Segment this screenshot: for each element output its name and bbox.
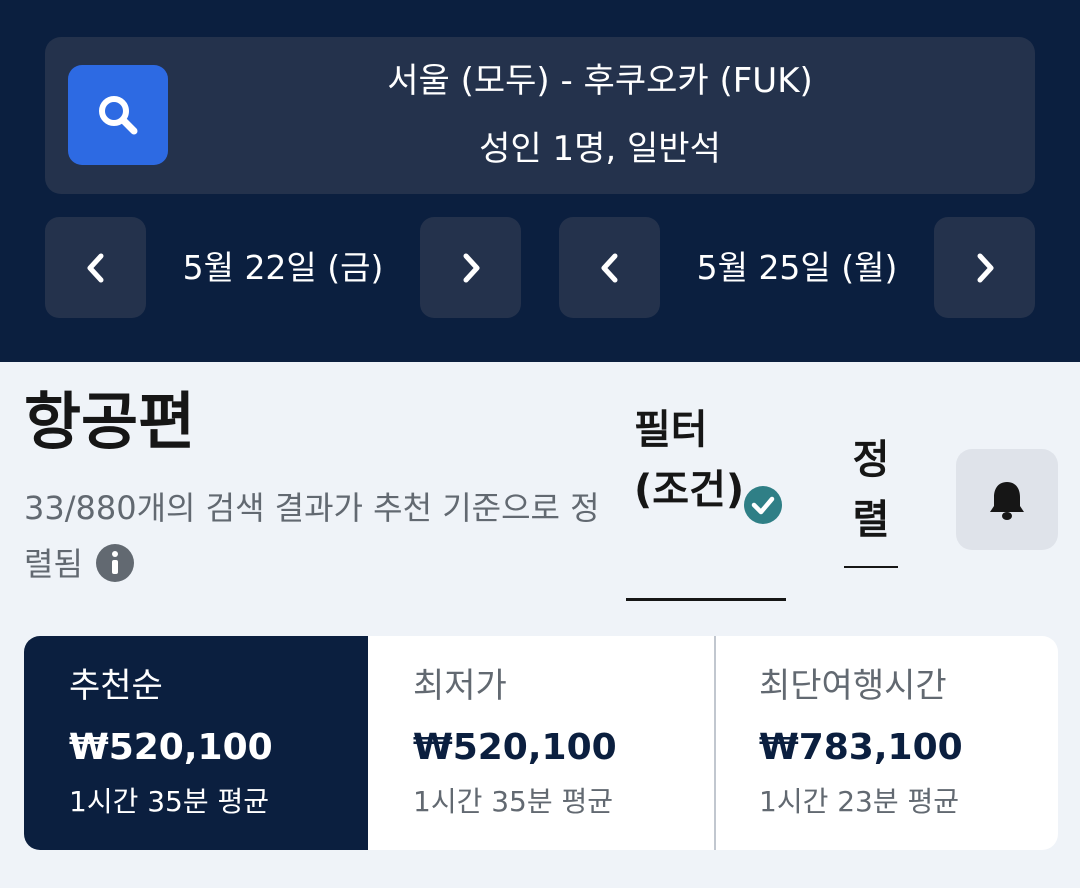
info-icon[interactable]	[95, 543, 135, 583]
sort-option-price: ₩520,100	[413, 727, 617, 768]
search-header: 서울 (모두) - 후쿠오카 (FUK) 성인 1명, 일반석 5월 22일 (…	[0, 0, 1080, 362]
price-alert-button[interactable]	[956, 449, 1058, 550]
sort-option-duration: 1시간 35분 평균	[69, 785, 270, 818]
return-prev-button[interactable]	[559, 217, 660, 318]
sort-option-cheapest[interactable]: 최저가 ₩520,100 1시간 35분 평균	[368, 636, 714, 850]
sort-option-duration: 1시간 35분 평균	[413, 785, 614, 818]
sort-option-label: 최저가	[413, 666, 507, 706]
chevron-left-icon	[601, 253, 617, 282]
passengers-text: 성인 1명, 일반석	[479, 129, 721, 169]
sort-option-label: 최단여행시간	[759, 666, 947, 706]
results-title: 항공편	[24, 385, 196, 458]
search-button[interactable]	[68, 65, 168, 165]
return-date[interactable]: 5월 25일 (월)	[674, 245, 920, 291]
check-circle-icon	[743, 485, 783, 529]
depart-prev-button[interactable]	[45, 217, 146, 318]
filter-button[interactable]: 필터(조건)	[626, 400, 786, 601]
chevron-right-icon	[977, 253, 993, 282]
depart-date[interactable]: 5월 22일 (금)	[160, 245, 406, 291]
sort-option-label: 추천순	[69, 666, 163, 706]
chevron-right-icon	[463, 253, 479, 282]
route-text: 서울 (모두) - 후쿠오카 (FUK)	[387, 61, 813, 101]
sort-label: 정렬	[852, 437, 890, 543]
chevron-left-icon	[87, 253, 103, 282]
bell-icon	[990, 481, 1024, 520]
sort-option-price: ₩783,100	[759, 727, 963, 768]
sort-option-recommended[interactable]: 추천순 ₩520,100 1시간 35분 평균	[24, 636, 368, 850]
sort-option-duration: 1시간 23분 평균	[759, 785, 960, 818]
sort-option-fastest[interactable]: 최단여행시간 ₩783,100 1시간 23분 평균	[714, 636, 1058, 850]
filter-label: 필터(조건)	[634, 407, 745, 513]
sort-button[interactable]: 정렬	[844, 430, 898, 568]
results-description: 33/880개의 검색 결과가 추천 기준으로 정렬됨	[24, 480, 604, 592]
depart-next-button[interactable]	[420, 217, 521, 318]
return-next-button[interactable]	[934, 217, 1035, 318]
sort-option-price: ₩520,100	[69, 727, 273, 768]
sort-options: 추천순 ₩520,100 1시간 35분 평균 최저가 ₩520,100 1시간…	[24, 636, 1058, 850]
search-summary[interactable]: 서울 (모두) - 후쿠오카 (FUK) 성인 1명, 일반석	[45, 37, 1035, 194]
search-icon	[99, 96, 138, 135]
